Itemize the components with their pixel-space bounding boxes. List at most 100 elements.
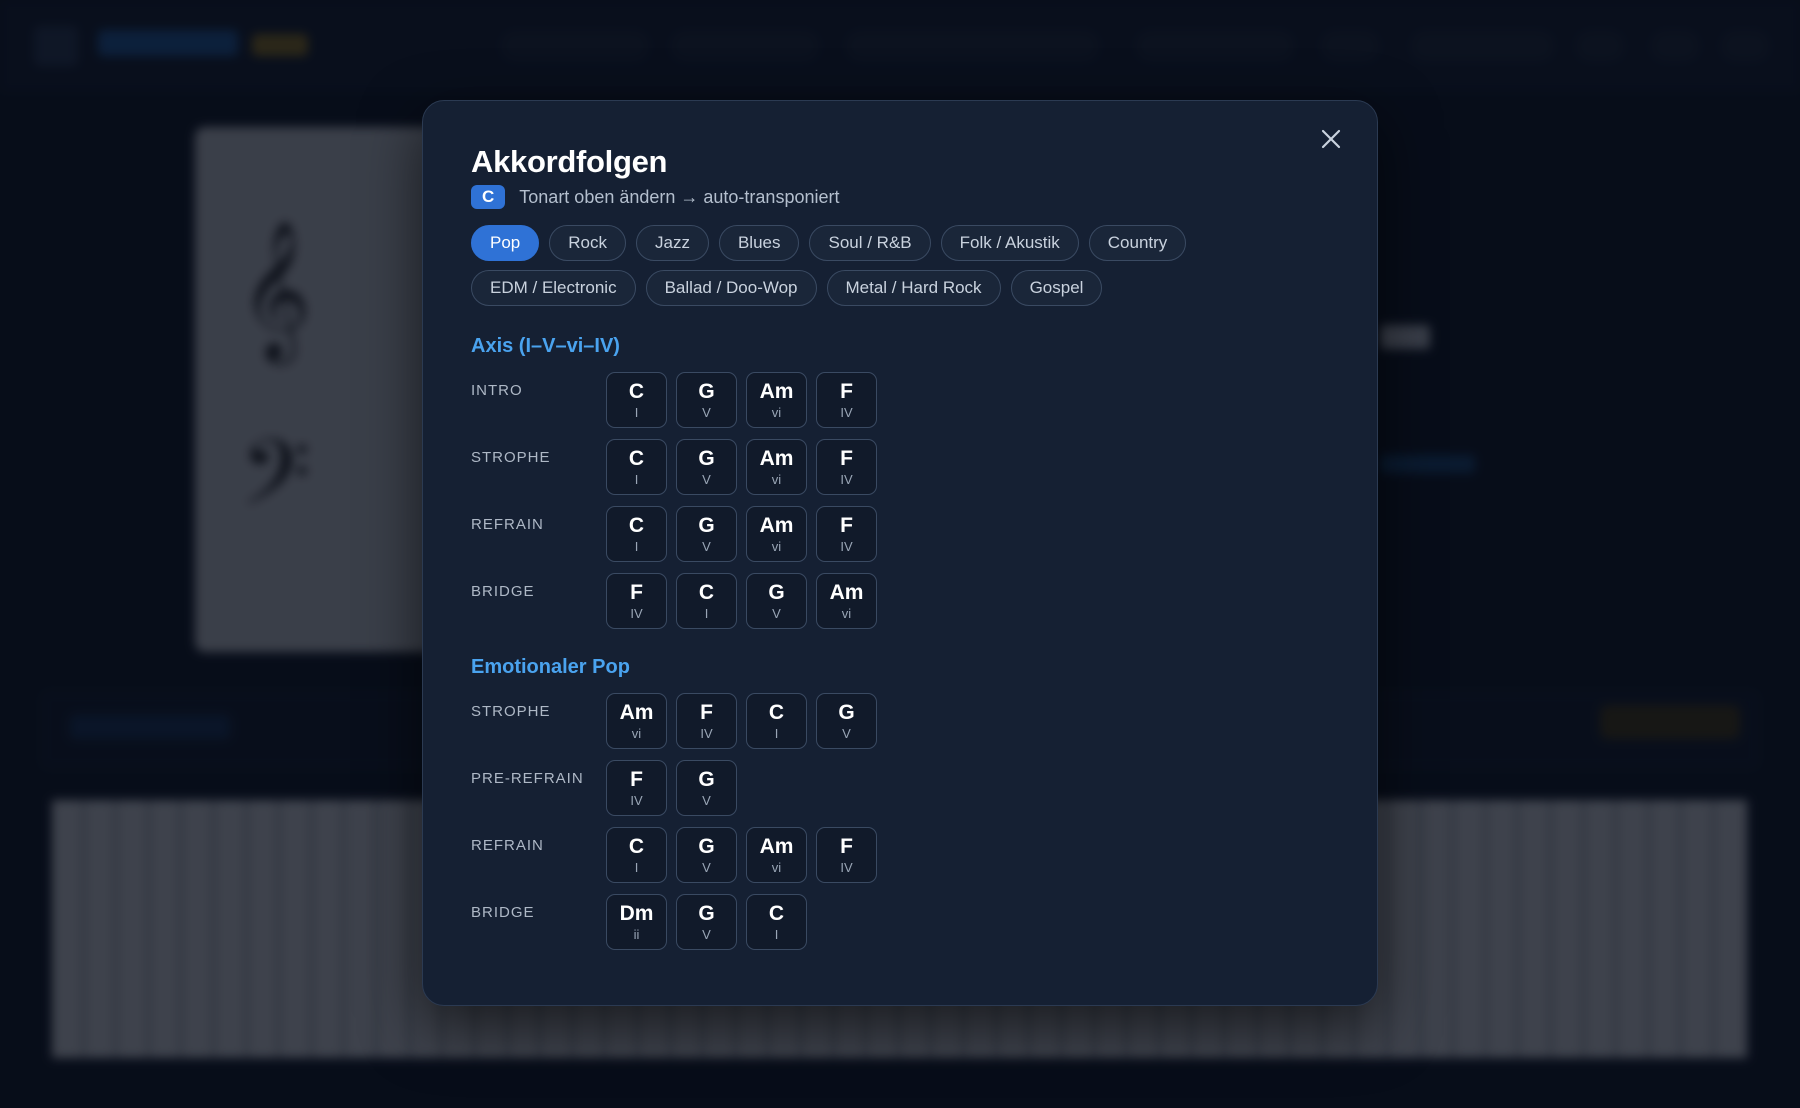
chord-numeral: I <box>774 725 779 741</box>
chord-button[interactable]: Am vi <box>816 573 877 629</box>
chord-name: C <box>628 834 645 858</box>
chord-button[interactable]: GV <box>676 827 737 883</box>
progression-sections: INTRO C I G V Am vi F IV STROPHE C I G V Am vi F IV REFRAI… <box>471 372 1329 629</box>
genre-tab-ballad-doo-wop[interactable]: Ballad / Doo-Wop <box>645 270 817 306</box>
chord-button[interactable]: GV <box>676 439 737 495</box>
chord-button[interactable]: F IV <box>816 506 877 562</box>
chord-button[interactable]: F IV <box>816 372 877 428</box>
chord-button[interactable]: F IV <box>606 760 667 816</box>
chord-button[interactable]: CI <box>606 439 667 495</box>
chord-button[interactable]: CI <box>606 827 667 883</box>
chord-name: C <box>768 700 785 724</box>
section-label: REFRAIN <box>471 516 544 533</box>
section-row-bridge: BRIDGE F IV C I G V Am vi <box>471 573 1329 629</box>
chord-name: F <box>700 700 713 724</box>
chord-button[interactable]: Am vi <box>746 506 807 562</box>
section-label: BRIDGE <box>471 904 535 921</box>
genre-tab-rock[interactable]: Rock <box>549 225 626 261</box>
chord-numeral: vi <box>631 725 642 741</box>
chord-progressions-modal: Akkordfolgen C Tonart oben ändern → auto… <box>422 100 1378 1006</box>
chord-name: F <box>840 834 853 858</box>
chord-name: Am <box>759 834 794 858</box>
chord-list: C I G V Am vi F IV <box>606 372 877 428</box>
chord-button[interactable]: CI <box>746 693 807 749</box>
genre-tab-gospel[interactable]: Gospel <box>1010 270 1103 306</box>
chord-name: Am <box>759 446 794 470</box>
chord-button[interactable]: GV <box>816 693 877 749</box>
section-label: STROPHE <box>471 449 551 466</box>
chord-button[interactable]: GV <box>676 760 737 816</box>
chord-button[interactable]: F IV <box>676 693 737 749</box>
chord-button[interactable]: Am vi <box>606 693 667 749</box>
chord-button[interactable]: Dm ii <box>606 894 667 950</box>
genre-tab-pop[interactable]: Pop <box>471 225 540 261</box>
chord-numeral: IV <box>630 792 643 808</box>
chord-name: G <box>768 580 785 604</box>
chord-numeral: I <box>634 404 639 420</box>
chord-button[interactable]: Am vi <box>746 827 807 883</box>
chord-numeral: IV <box>700 725 713 741</box>
chord-button[interactable]: GV <box>676 372 737 428</box>
chord-numeral: vi <box>771 859 782 875</box>
key-hint: Tonart oben ändern → auto-transponiert <box>519 186 840 207</box>
section-row-strophe: STROPHE C I G V Am vi F IV <box>471 439 1329 495</box>
section-label: INTRO <box>471 382 523 399</box>
chord-name: Am <box>759 379 794 403</box>
chord-name: F <box>630 580 643 604</box>
key-info-row: C Tonart oben ändern → auto-transponiert <box>471 185 1329 209</box>
chord-list: C I G V Am vi F IV <box>606 827 877 883</box>
chord-numeral: vi <box>771 471 782 487</box>
modal-title: Akkordfolgen <box>471 144 668 179</box>
chord-numeral: V <box>772 605 781 621</box>
chord-name: C <box>628 446 645 470</box>
chord-numeral: IV <box>840 404 853 420</box>
chord-button[interactable]: CI <box>676 573 737 629</box>
chord-list: Dm ii G V C I <box>606 894 807 950</box>
genre-tab-blues[interactable]: Blues <box>718 225 800 261</box>
chord-button[interactable]: CI <box>606 506 667 562</box>
chord-name: C <box>628 513 645 537</box>
chord-numeral: V <box>702 859 711 875</box>
key-badge: C <box>471 185 506 209</box>
chord-button[interactable]: CI <box>606 372 667 428</box>
chord-button[interactable]: Am vi <box>746 372 807 428</box>
genre-tab-jazz[interactable]: Jazz <box>635 225 709 261</box>
chord-list: Am vi F IV C I G V <box>606 693 877 749</box>
section-row-pre-refrain: PRE-REFRAIN F IV G V <box>471 760 1329 816</box>
chord-button[interactable]: GV <box>676 506 737 562</box>
chord-name: G <box>698 379 715 403</box>
chord-name: F <box>630 767 643 791</box>
genre-tab-metal-hard-rock[interactable]: Metal / Hard Rock <box>826 270 1001 306</box>
chord-name: C <box>628 379 645 403</box>
genre-tab-country[interactable]: Country <box>1088 225 1187 261</box>
chord-button[interactable]: Am vi <box>746 439 807 495</box>
chord-numeral: V <box>702 538 711 554</box>
genre-tab-edm-electronic[interactable]: EDM / Electronic <box>471 270 636 306</box>
chord-name: G <box>698 767 715 791</box>
section-label: REFRAIN <box>471 837 544 854</box>
chord-button[interactable]: GV <box>746 573 807 629</box>
chord-name: F <box>840 446 853 470</box>
chord-name: F <box>840 513 853 537</box>
chord-numeral: V <box>702 926 711 942</box>
genre-tab-soul-r-b[interactable]: Soul / R&B <box>809 225 931 261</box>
progression-title: Axis (I–V–vi–IV) <box>471 335 620 357</box>
chord-numeral: ii <box>633 926 640 942</box>
chord-button[interactable]: F IV <box>816 439 877 495</box>
chord-name: G <box>838 700 855 724</box>
chord-button[interactable]: F IV <box>606 573 667 629</box>
section-label: STROPHE <box>471 703 551 720</box>
chord-name: Am <box>759 513 794 537</box>
section-label: PRE-REFRAIN <box>471 770 584 787</box>
chord-numeral: IV <box>840 859 853 875</box>
chord-name: C <box>698 580 715 604</box>
chord-button[interactable]: F IV <box>816 827 877 883</box>
genre-tab-folk-akustik[interactable]: Folk / Akustik <box>940 225 1079 261</box>
chord-button[interactable]: CI <box>746 894 807 950</box>
chord-list: F IV G V <box>606 760 737 816</box>
chord-button[interactable]: GV <box>676 894 737 950</box>
section-row-bridge: BRIDGE Dm ii G V C I <box>471 894 1329 950</box>
progression-block: Emotionaler Pop STROPHE Am vi F IV C I G V PRE-REF… <box>471 655 1329 950</box>
close-button[interactable] <box>1311 119 1351 159</box>
chord-numeral: vi <box>771 404 782 420</box>
